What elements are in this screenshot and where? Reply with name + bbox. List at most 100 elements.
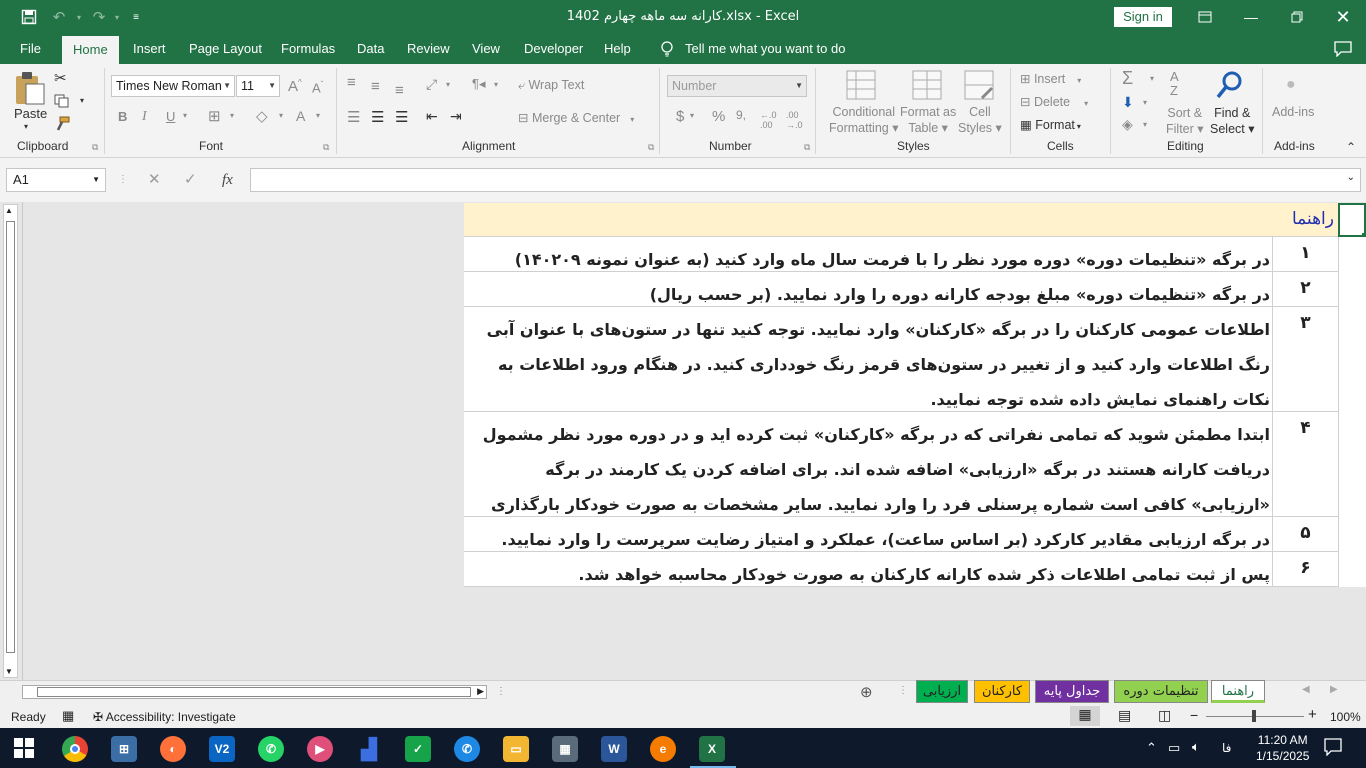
addins-icon[interactable]: ● xyxy=(1286,76,1296,94)
percent-button[interactable]: % xyxy=(712,108,725,125)
scroll-up-icon[interactable]: ▲ xyxy=(5,206,13,215)
column-a-cells[interactable] xyxy=(1338,237,1366,587)
autosum-icon[interactable]: Σ xyxy=(1122,68,1133,89)
tab-formulas[interactable]: Formulas xyxy=(273,34,343,64)
font-family-select[interactable]: Times New Roman ▼ xyxy=(111,75,235,97)
middle-align-icon[interactable]: ≡ xyxy=(371,78,380,95)
word-icon[interactable]: W xyxy=(601,736,627,762)
macro-record-icon[interactable]: ▦ xyxy=(62,708,74,724)
fill-color-icon[interactable]: ◇ xyxy=(256,107,268,125)
network-icon[interactable]: ▭ xyxy=(1168,740,1180,756)
alignment-launcher-icon[interactable]: ⧉ xyxy=(648,142,654,153)
empty-columns-area[interactable] xyxy=(22,202,464,680)
cancel-formula-icon[interactable]: ✕ xyxy=(148,168,161,192)
tabs-grip-icon[interactable]: ⋮ xyxy=(898,685,908,696)
clipboard-launcher-icon[interactable]: ⧉ xyxy=(92,142,98,153)
decrease-indent-icon[interactable]: ⇤ xyxy=(426,108,438,125)
horizontal-scroll-thumb[interactable] xyxy=(37,687,471,697)
tab-home[interactable]: Home xyxy=(62,36,119,64)
addins-button[interactable]: Add-ins xyxy=(1272,105,1314,119)
wrap-text-button[interactable]: ⤶ Wrap Text xyxy=(518,78,584,93)
file-explorer-icon[interactable]: ▭ xyxy=(503,736,529,762)
chrome-icon[interactable] xyxy=(62,736,88,762)
align-right-icon[interactable]: ☰ xyxy=(395,108,408,126)
increase-font-icon[interactable]: A^ xyxy=(288,78,302,95)
paste-dropdown-icon[interactable]: ▾ xyxy=(24,122,28,131)
font-launcher-icon[interactable]: ⧉ xyxy=(323,142,329,153)
paste-icon[interactable] xyxy=(12,70,46,106)
table-row[interactable]: ۳ اطلاعات عمومی کارکنان را در برگه «کارک… xyxy=(464,307,1338,412)
app-icon[interactable]: e xyxy=(650,736,676,762)
minimize-icon[interactable]: — xyxy=(1228,0,1274,34)
decrease-decimal-icon[interactable]: .00 →.0 xyxy=(786,110,803,130)
phone-app-icon[interactable]: ✆ xyxy=(454,736,480,762)
clear-dropdown-icon[interactable]: ▾ xyxy=(1143,120,1147,129)
sort-filter-icon[interactable]: AZ xyxy=(1170,70,1179,98)
tab-insert[interactable]: Insert xyxy=(125,34,174,64)
zoom-out-icon[interactable]: − xyxy=(1190,707,1198,723)
restore-icon[interactable] xyxy=(1274,0,1320,34)
top-align-icon[interactable]: ≡ xyxy=(347,74,356,91)
name-box[interactable]: A1 ▼ xyxy=(6,168,106,192)
comments-icon[interactable] xyxy=(1326,34,1360,64)
cut-icon[interactable]: ✂ xyxy=(54,69,67,87)
tab-review[interactable]: Review xyxy=(399,34,458,64)
excel-icon[interactable]: X xyxy=(699,736,725,762)
find-select-button[interactable]: Find & Select ▾ xyxy=(1210,105,1255,137)
find-select-icon[interactable] xyxy=(1214,70,1244,103)
tab-page-layout[interactable]: Page Layout xyxy=(181,34,270,64)
fill-dropdown-icon[interactable]: ▾ xyxy=(279,111,283,120)
table-row[interactable]: ۶ پس از ثبت تمامی اطلاعات ذکر شده کارانه… xyxy=(464,552,1338,587)
decrease-font-icon[interactable]: Aˇ xyxy=(312,80,323,95)
clock[interactable]: 11:20 AM 1/15/2025 xyxy=(1256,732,1309,764)
format-as-table-icon[interactable] xyxy=(912,70,942,103)
accessibility-status[interactable]: ✠ Accessibility: Investigate xyxy=(93,710,236,724)
tray-overflow-icon[interactable]: ⌃ xyxy=(1146,740,1157,756)
zoom-slider-thumb[interactable] xyxy=(1252,710,1256,722)
orientation-icon[interactable]: ⤢ xyxy=(426,76,437,93)
direction-dropdown-icon[interactable]: ▾ xyxy=(494,80,498,89)
horizontal-scrollbar[interactable]: ▶ xyxy=(22,685,487,699)
align-center-icon[interactable]: ☰ xyxy=(371,108,384,126)
calculator-icon[interactable]: ▦ xyxy=(552,736,578,762)
zoom-level[interactable]: 100% xyxy=(1330,710,1361,724)
sign-in-button[interactable]: Sign in xyxy=(1114,7,1172,27)
table-row[interactable]: ۵ در برگه ارزیابی مقادیر کارکرد (بر اساس… xyxy=(464,517,1338,552)
vertical-scrollbar[interactable]: ▲ ▼ xyxy=(3,204,18,678)
fill-icon[interactable]: ⬇ xyxy=(1122,94,1134,111)
sheet-tab-karkonan[interactable]: کارکنان xyxy=(974,680,1030,703)
table-row[interactable]: ۴ ابتدا مطمئن شوید که تمامی نفراتی که در… xyxy=(464,412,1338,549)
conditional-formatting-button[interactable]: Conditional Formatting ▾ xyxy=(829,104,899,136)
number-format-select[interactable]: Number ▼ xyxy=(667,75,807,97)
normal-view-icon[interactable]: ▦ xyxy=(1070,706,1100,726)
currency-button[interactable]: $ xyxy=(676,108,684,125)
selected-cell-a1[interactable] xyxy=(1338,203,1366,238)
next-sheet-icon[interactable]: ▶ xyxy=(1330,684,1338,695)
media-player-icon[interactable]: ▶ xyxy=(307,736,333,762)
insert-cells-button[interactable]: ⊞ Insert ▾ xyxy=(1020,71,1081,86)
currency-dropdown-icon[interactable]: ▾ xyxy=(690,111,694,120)
rtl-direction-icon[interactable]: ¶◂ xyxy=(472,76,486,92)
underline-dropdown-icon[interactable]: ▾ xyxy=(183,111,187,120)
font-size-select[interactable]: 11 ▼ xyxy=(236,75,280,97)
font-color-dropdown-icon[interactable]: ▾ xyxy=(316,111,320,120)
paste-button[interactable]: Paste xyxy=(14,106,47,121)
firefox-icon[interactable]: ◐ xyxy=(160,736,186,762)
orientation-dropdown-icon[interactable]: ▾ xyxy=(446,80,450,89)
network-app-icon[interactable]: ⊞ xyxy=(111,736,137,762)
fill-dropdown-icon[interactable]: ▾ xyxy=(1143,98,1147,107)
input-language[interactable]: فا xyxy=(1222,741,1231,755)
page-layout-view-icon[interactable]: ▤ xyxy=(1118,707,1131,724)
bold-button[interactable]: B xyxy=(118,109,127,124)
format-as-table-button[interactable]: Format as Table ▾ xyxy=(900,104,956,136)
table-row[interactable]: ۲ در برگه «تنظیمات دوره» مبلغ بودجه کارا… xyxy=(464,272,1338,307)
comma-style-icon[interactable]: 9, xyxy=(736,108,746,122)
sheet-tab-jadval-paye[interactable]: جداول پایه xyxy=(1035,680,1109,703)
align-left-icon[interactable]: ☰ xyxy=(347,108,360,126)
vnc-icon[interactable]: V2 xyxy=(209,736,235,762)
font-color-icon[interactable]: A xyxy=(296,108,305,124)
number-launcher-icon[interactable]: ⧉ xyxy=(804,142,810,153)
tab-help[interactable]: Help xyxy=(596,34,639,64)
security-app-icon[interactable]: ✓ xyxy=(405,736,431,762)
enter-formula-icon[interactable]: ✓ xyxy=(184,168,197,192)
